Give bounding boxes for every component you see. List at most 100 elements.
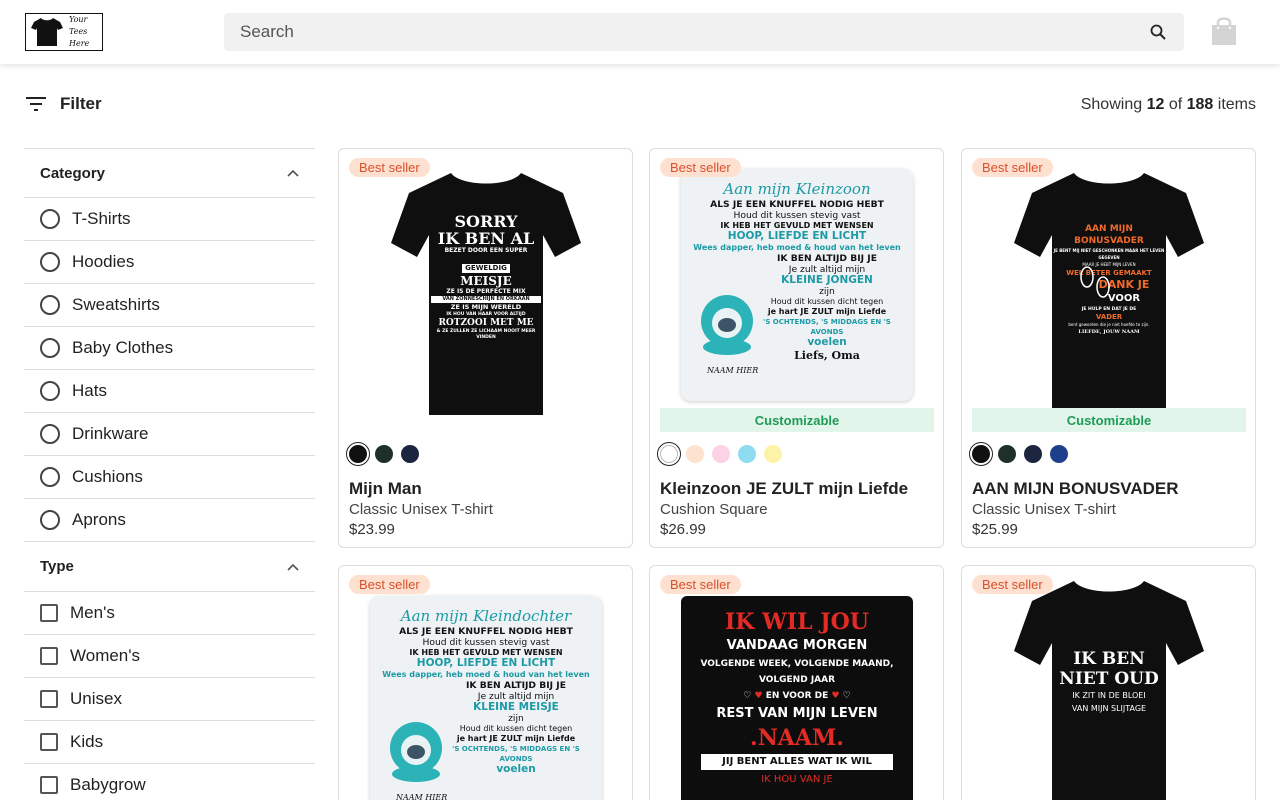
best-seller-badge: Best seller [660, 158, 741, 177]
print-line: NAAM HIER [396, 793, 448, 800]
color-swatch[interactable] [969, 442, 993, 466]
print-line: JE BENT MIJ NIET GESCHONKEN MAAR HET LEV… [1053, 248, 1165, 260]
category-option-aprons[interactable]: Aprons [24, 499, 315, 542]
print-line: ROTZOOI MET ME [438, 318, 534, 328]
header: Your Tees Here [0, 0, 1280, 64]
color-swatch[interactable] [1024, 445, 1042, 463]
radio-button[interactable] [40, 510, 60, 530]
print-line: LIEFDE, JOUW NAAM [1078, 329, 1140, 335]
penguin-illustration [701, 295, 753, 355]
print-line: JIJ BENT ALLES WAT IK WIL [701, 754, 893, 770]
type-section-header[interactable]: Type [24, 542, 315, 592]
print-line: bent geworden die je niet hoefde te zijn… [1068, 322, 1150, 327]
cushion-image: Aan mijn Kleindochter ALS JE EEN KNUFFEL… [370, 596, 602, 800]
category-option-tshirts[interactable]: T-Shirts [24, 198, 315, 241]
color-swatch[interactable] [998, 445, 1016, 463]
print-line-hearts: ♡ ♥ EN VOOR DE ♥ ♡ [691, 688, 903, 704]
print-line: ALS JE EEN KNUFFEL NODIG HEBT [399, 626, 573, 637]
product-name[interactable]: AAN MIJN BONUSVADER [972, 479, 1179, 499]
print-line: IK BEN AL [437, 229, 535, 248]
logo-line-2: Tees [69, 27, 88, 36]
color-swatch[interactable] [401, 445, 419, 463]
best-seller-badge: Best seller [972, 575, 1053, 594]
color-swatch[interactable] [764, 445, 782, 463]
print-line: IK BEN [1073, 649, 1145, 669]
product-card[interactable]: Best seller IK BEN NIET OUD IK ZIT IN DE… [961, 565, 1256, 800]
checkbox[interactable] [40, 604, 58, 622]
radio-button[interactable] [40, 252, 60, 272]
category-section-header[interactable]: Category [24, 148, 315, 198]
option-label: Men's [70, 603, 115, 622]
print-line: ALS JE EEN KNUFFEL NODIG HEBT [710, 199, 884, 210]
product-card[interactable]: Best seller SORRY IK BEN AL BEZET DOOR E… [338, 148, 633, 548]
footprints-illustration [1080, 266, 1110, 298]
type-option-womens[interactable]: Women's [24, 635, 315, 678]
product-name[interactable]: Mijn Man [349, 479, 422, 499]
tshirt-image: AAN MIJN BONUSVADER JE BENT MIJ NIET GES… [1014, 165, 1204, 421]
option-label: T-Shirts [72, 209, 131, 228]
option-label: Unisex [70, 689, 122, 708]
radio-button[interactable] [40, 209, 60, 229]
radio-button[interactable] [40, 424, 60, 444]
radio-button[interactable] [40, 295, 60, 315]
product-card[interactable]: Best seller Aan mijn Kleinzoon ALS JE EE… [649, 148, 944, 548]
category-option-drinkware[interactable]: Drinkware [24, 413, 315, 456]
filter-label: Filter [60, 94, 102, 113]
category-option-hats[interactable]: Hats [24, 370, 315, 413]
search-icon[interactable] [1148, 22, 1168, 42]
product-name[interactable]: Kleinzoon JE ZULT mijn Liefde [660, 479, 908, 499]
showing-prefix: Showing [1080, 96, 1143, 113]
shopping-bag-icon[interactable] [1210, 16, 1238, 46]
type-option-mens[interactable]: Men's [24, 592, 315, 635]
print-line: VAN MIJN SLIJTAGE [1071, 704, 1147, 713]
color-swatch[interactable] [346, 442, 370, 466]
color-swatch[interactable] [1050, 445, 1068, 463]
print-line: ZE IS DE PERFECTE MIX [446, 288, 526, 295]
radio-button[interactable] [40, 467, 60, 487]
filter-button[interactable]: Filter [26, 94, 102, 114]
checkbox[interactable] [40, 647, 58, 665]
color-swatch[interactable] [686, 445, 704, 463]
print-line: NIET OUD [1059, 669, 1159, 689]
print-line: VANDAAG MORGEN [726, 638, 868, 653]
customizable-label: Customizable [660, 408, 934, 432]
category-option-cushions[interactable]: Cushions [24, 456, 315, 499]
print-line: MEISJE [460, 274, 512, 288]
color-swatch[interactable] [712, 445, 730, 463]
print-line: EN VOOR DE [765, 691, 829, 701]
tshirt-image: IK BEN NIET OUD IK ZIT IN DE BLOEI VAN M… [1014, 573, 1204, 800]
product-card[interactable]: Best seller AAN MIJN BONUSVADER JE BENT … [961, 148, 1256, 548]
filter-sidebar: Category T-Shirts Hoodies Sweatshirts Ba… [24, 148, 315, 800]
print-line: REST VAN MIJN LEVEN [716, 706, 878, 721]
color-swatch[interactable] [657, 442, 681, 466]
logo[interactable]: Your Tees Here [25, 13, 103, 51]
color-swatch[interactable] [375, 445, 393, 463]
product-card[interactable]: Best seller Aan mijn Kleindochter ALS JE… [338, 565, 633, 800]
option-label: Women's [70, 646, 141, 665]
color-swatches [657, 442, 782, 466]
radio-button[interactable] [40, 381, 60, 401]
category-option-hoodies[interactable]: Hoodies [24, 241, 315, 284]
print-line: HOOP, LIEFDE EN LICHT [416, 657, 556, 670]
print-line: Houd dit kussen stevig vast [733, 210, 861, 222]
showing-total: 188 [1186, 96, 1214, 113]
product-type: Classic Unisex T-shirt [972, 501, 1116, 518]
category-option-baby-clothes[interactable]: Baby Clothes [24, 327, 315, 370]
type-option-babygrow[interactable]: Babygrow [24, 764, 315, 800]
checkbox[interactable] [40, 690, 58, 708]
checkbox[interactable] [40, 733, 58, 751]
radio-button[interactable] [40, 338, 60, 358]
logo-text: Your Tees Here [69, 14, 89, 50]
color-swatch[interactable] [738, 445, 756, 463]
type-option-unisex[interactable]: Unisex [24, 678, 315, 721]
search-input[interactable] [240, 22, 1148, 42]
color-swatches [969, 442, 1068, 466]
type-option-kids[interactable]: Kids [24, 721, 315, 764]
print-line: IK ZIT IN DE BLOEI [1072, 691, 1146, 700]
print-line: NAAM HIER [707, 366, 759, 375]
best-seller-badge: Best seller [349, 158, 430, 177]
category-option-sweatshirts[interactable]: Sweatshirts [24, 284, 315, 327]
product-card[interactable]: Best seller IK WIL JOU VANDAAG MORGEN VO… [649, 565, 944, 800]
print-line: VADER [1095, 313, 1123, 321]
checkbox[interactable] [40, 776, 58, 794]
